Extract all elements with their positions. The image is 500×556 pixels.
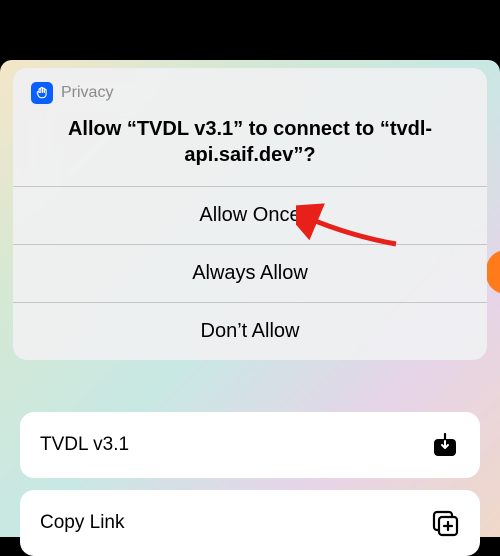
privacy-hand-icon [31,82,53,104]
privacy-label: Privacy [61,84,113,102]
always-allow-button[interactable]: Always Allow [13,245,487,303]
copy-link-action-row[interactable]: Copy Link [20,490,480,556]
copy-plus-icon [430,508,460,538]
allow-once-button[interactable]: Allow Once [13,187,487,245]
tvdl-action-label: TVDL v3.1 [40,434,129,456]
dialog-message: Allow “TVDL v3.1” to connect to “tvdl-ap… [13,104,487,187]
copy-link-action-label: Copy Link [40,512,125,534]
download-box-icon [430,430,460,460]
tvdl-action-row[interactable]: TVDL v3.1 [20,412,480,478]
dont-allow-button[interactable]: Don’t Allow [13,303,487,360]
permission-dialog: Privacy Allow “TVDL v3.1” to connect to … [13,68,487,360]
dialog-header: Privacy [13,68,487,104]
